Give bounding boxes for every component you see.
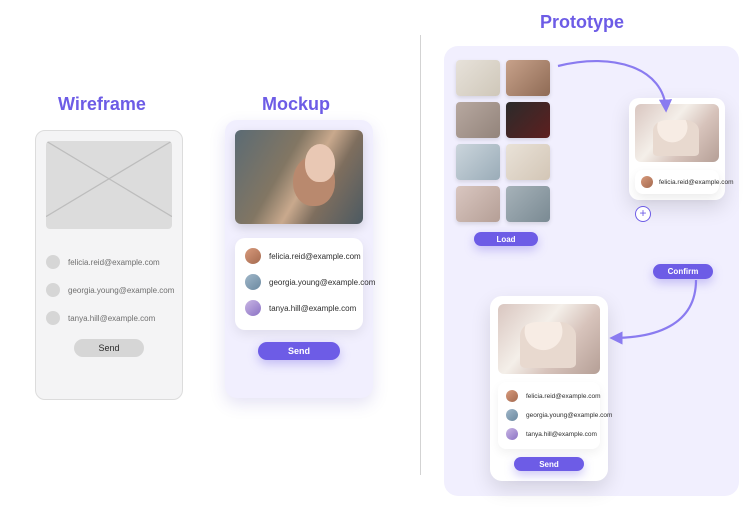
avatar-placeholder (46, 283, 60, 297)
email-text: tanya.hill@example.com (68, 314, 155, 323)
thumbnail[interactable] (456, 144, 500, 180)
final-contact-list: felicia.reid@example.com georgia.young@e… (498, 382, 600, 449)
email-text: felicia.reid@example.com (526, 393, 601, 400)
flow-arrow-2 (604, 276, 704, 346)
list-item: tanya.hill@example.com (506, 428, 592, 440)
selected-image (635, 104, 719, 162)
prototype-area: Load felicia.reid@example.com + Confirm … (444, 46, 739, 496)
thumbnail[interactable] (506, 144, 550, 180)
prototype-heading: Prototype (540, 12, 624, 33)
section-divider (420, 35, 421, 475)
mockup-heading: Mockup (262, 94, 330, 115)
list-item: felicia.reid@example.com (245, 248, 353, 264)
list-item: felicia.reid@example.com (46, 255, 172, 269)
final-screen: felicia.reid@example.com georgia.young@e… (490, 296, 608, 481)
wireframe-heading: Wireframe (58, 94, 146, 115)
avatar-placeholder (46, 255, 60, 269)
email-text: felicia.reid@example.com (269, 252, 361, 261)
mockup-contact-list: felicia.reid@example.com georgia.young@e… (235, 238, 363, 330)
confirm-button[interactable]: Confirm (653, 264, 713, 279)
thumbnail[interactable] (456, 186, 500, 222)
wireframe-card: felicia.reid@example.com georgia.young@e… (35, 130, 183, 400)
thumbnail[interactable] (506, 60, 550, 96)
thumbnail[interactable] (456, 60, 500, 96)
list-item: tanya.hill@example.com (245, 300, 353, 316)
mockup-card: felicia.reid@example.com georgia.young@e… (225, 120, 373, 398)
detail-screen: felicia.reid@example.com + (629, 98, 725, 200)
avatar (506, 390, 518, 402)
avatar (245, 248, 261, 264)
list-item: felicia.reid@example.com (506, 390, 592, 402)
avatar (245, 300, 261, 316)
avatar (506, 409, 518, 421)
email-text: felicia.reid@example.com (68, 258, 160, 267)
list-item: georgia.young@example.com (506, 409, 592, 421)
email-text: tanya.hill@example.com (269, 304, 356, 313)
gallery-screen: Load (456, 60, 556, 246)
email-text: georgia.young@example.com (68, 286, 174, 295)
email-text: tanya.hill@example.com (526, 431, 597, 438)
email-text: georgia.young@example.com (526, 412, 612, 419)
avatar (506, 428, 518, 440)
list-item: georgia.young@example.com (46, 283, 172, 297)
send-button[interactable]: Send (74, 339, 144, 357)
thumbnail[interactable] (506, 186, 550, 222)
avatar (641, 176, 653, 188)
list-item: tanya.hill@example.com (46, 311, 172, 325)
thumbnail[interactable] (456, 102, 500, 138)
avatar-placeholder (46, 311, 60, 325)
avatar (245, 274, 261, 290)
hero-image (498, 304, 600, 374)
email-text: felicia.reid@example.com (659, 179, 734, 186)
email-text: georgia.young@example.com (269, 278, 375, 287)
image-placeholder (46, 141, 172, 229)
wireframe-contact-list: felicia.reid@example.com georgia.young@e… (46, 255, 172, 325)
load-button[interactable]: Load (474, 232, 538, 246)
hero-image (235, 130, 363, 224)
send-button[interactable]: Send (514, 457, 584, 471)
send-button[interactable]: Send (258, 342, 340, 360)
thumbnail[interactable] (506, 102, 550, 138)
thumbnail-grid (456, 60, 556, 222)
add-icon[interactable]: + (635, 206, 651, 222)
selected-contact: felicia.reid@example.com (635, 170, 719, 194)
list-item: georgia.young@example.com (245, 274, 353, 290)
